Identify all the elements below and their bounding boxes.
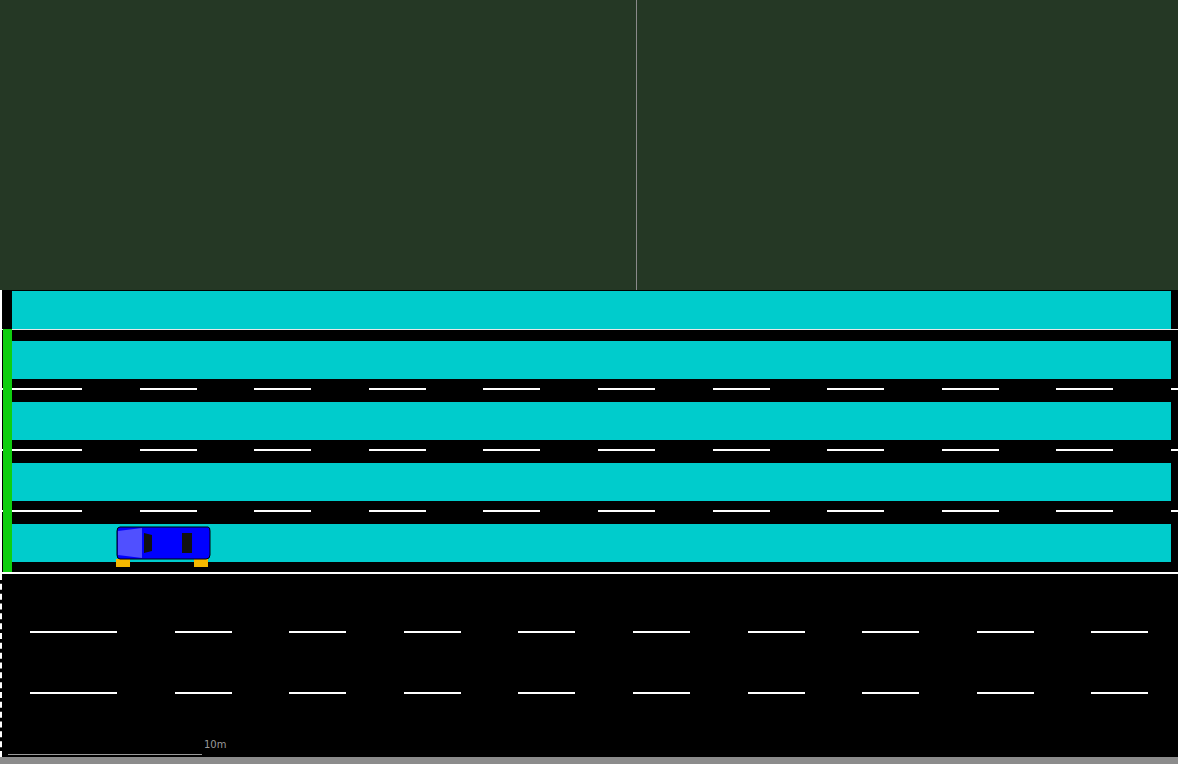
lane-marking — [2, 692, 1178, 694]
lane[interactable] — [2, 341, 1178, 402]
lane[interactable] — [2, 402, 1178, 463]
lane-band[interactable] — [12, 402, 1171, 440]
lane-band[interactable] — [12, 463, 1171, 501]
divider-line — [636, 0, 637, 290]
lane-marking — [2, 329, 1178, 341]
lane[interactable] — [2, 574, 1178, 635]
lane-marking — [2, 631, 1178, 633]
lane-marking — [2, 562, 1178, 574]
scale-bar: 10m — [8, 739, 226, 755]
lane-band[interactable] — [12, 291, 1171, 329]
lane-marking — [2, 440, 1178, 463]
lower-road: 10m — [0, 574, 1178, 757]
lane[interactable] — [2, 291, 1178, 341]
lane-band[interactable] — [12, 524, 1171, 562]
lane-band[interactable] — [12, 341, 1171, 379]
lane[interactable] — [2, 696, 1178, 757]
lane-marking — [2, 501, 1178, 524]
lane[interactable] — [2, 524, 1178, 574]
lane-marking — [2, 379, 1178, 402]
road-edge — [0, 757, 1178, 764]
traffic-signal[interactable] — [3, 329, 12, 572]
upper-road — [0, 290, 1178, 574]
car-icon[interactable] — [116, 525, 212, 567]
lane[interactable] — [2, 635, 1178, 696]
simulation-view: 10m — [0, 0, 1178, 764]
scale-label: 10m — [202, 739, 226, 751]
background-area — [0, 0, 1178, 290]
lane[interactable] — [2, 463, 1178, 524]
